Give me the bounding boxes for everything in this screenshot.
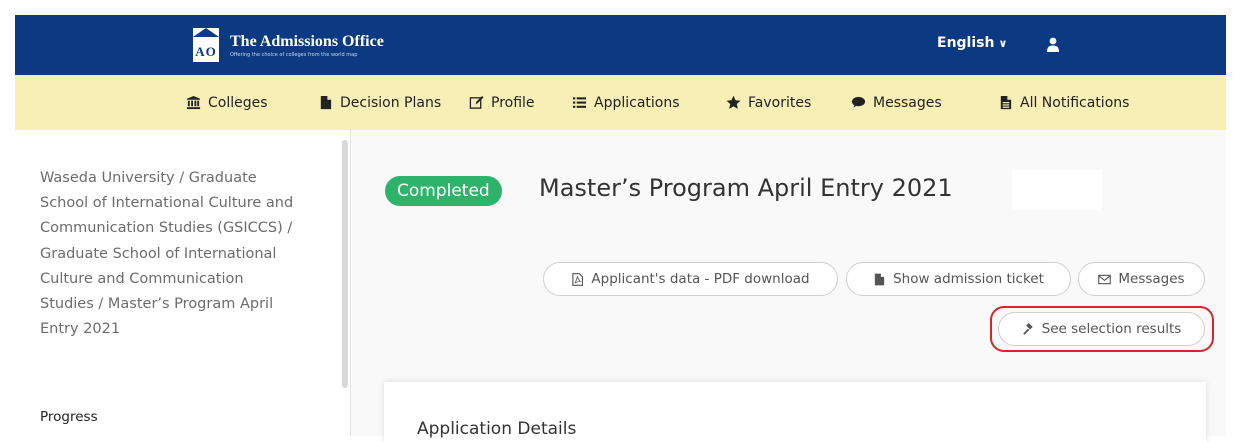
nav-item-label: Applications bbox=[594, 94, 680, 111]
pdf-download-button[interactable]: Applicant's data - PDF download bbox=[543, 262, 838, 296]
brand-logo-link[interactable]: AO The Admissions Office Offering the ch… bbox=[193, 27, 384, 63]
brand-title: The Admissions Office bbox=[230, 32, 384, 50]
star-icon bbox=[726, 95, 741, 109]
nav-item-label: Profile bbox=[491, 94, 535, 111]
application-details-card: Application Details bbox=[384, 382, 1206, 442]
logo-icon: AO bbox=[193, 28, 219, 62]
edit-icon bbox=[469, 95, 484, 109]
file-icon bbox=[320, 95, 332, 110]
language-label: English bbox=[937, 35, 995, 51]
brand-subtitle: Offering the choice of colleges from the… bbox=[230, 51, 358, 58]
nav-item-label: Favorites bbox=[748, 94, 812, 111]
show-admission-ticket-button[interactable]: Show admission ticket bbox=[846, 262, 1071, 296]
highlight-annotation bbox=[990, 306, 1214, 352]
nav-item-label: Colleges bbox=[208, 94, 268, 111]
chevron-down-icon: ∨ bbox=[998, 37, 1008, 50]
nav-item-decision-plans[interactable]: Decision Plans bbox=[318, 75, 441, 130]
language-selector[interactable]: English ∨ bbox=[937, 35, 1007, 51]
main-nav: Colleges Decision Plans Profile Applicat… bbox=[15, 75, 1226, 130]
card-title: Application Details bbox=[417, 419, 577, 439]
nav-item-label: Messages bbox=[873, 94, 942, 111]
envelope-icon bbox=[1098, 274, 1112, 284]
page-title: Master’s Program April Entry 2021 bbox=[539, 174, 953, 202]
nav-item-label: Decision Plans bbox=[340, 94, 442, 111]
sidebar-scrollbar[interactable] bbox=[342, 140, 348, 388]
nav-item-favorites[interactable]: Favorites bbox=[726, 75, 811, 130]
nav-item-colleges[interactable]: Colleges bbox=[186, 75, 268, 130]
nav-item-profile[interactable]: Profile bbox=[469, 75, 535, 130]
nav-item-all-notifications[interactable]: All Notifications bbox=[998, 75, 1129, 130]
nav-item-label: All Notifications bbox=[1020, 94, 1130, 111]
status-badge: Completed bbox=[385, 176, 502, 206]
messages-button[interactable]: Messages bbox=[1078, 262, 1205, 296]
comment-icon bbox=[851, 96, 866, 108]
redacted-area bbox=[1012, 170, 1102, 210]
pdf-file-icon bbox=[572, 272, 584, 286]
file-icon bbox=[874, 273, 885, 285]
top-header: AO The Admissions Office Offering the ch… bbox=[15, 15, 1226, 75]
file-text-icon bbox=[1000, 95, 1012, 110]
pdf-download-label: Applicant's data - PDF download bbox=[591, 271, 810, 287]
messages-label: Messages bbox=[1118, 271, 1185, 287]
nav-item-messages[interactable]: Messages bbox=[851, 75, 942, 130]
progress-heading: Progress bbox=[40, 409, 98, 425]
university-icon bbox=[186, 95, 201, 110]
breadcrumb: Waseda University / Graduate School of I… bbox=[40, 170, 294, 338]
user-icon[interactable] bbox=[1046, 37, 1060, 53]
nav-item-applications[interactable]: Applications bbox=[572, 75, 680, 130]
list-icon bbox=[572, 97, 587, 108]
logo-letters: AO bbox=[195, 44, 217, 59]
admission-ticket-label[interactable]: Show admission ticket bbox=[893, 271, 1044, 287]
